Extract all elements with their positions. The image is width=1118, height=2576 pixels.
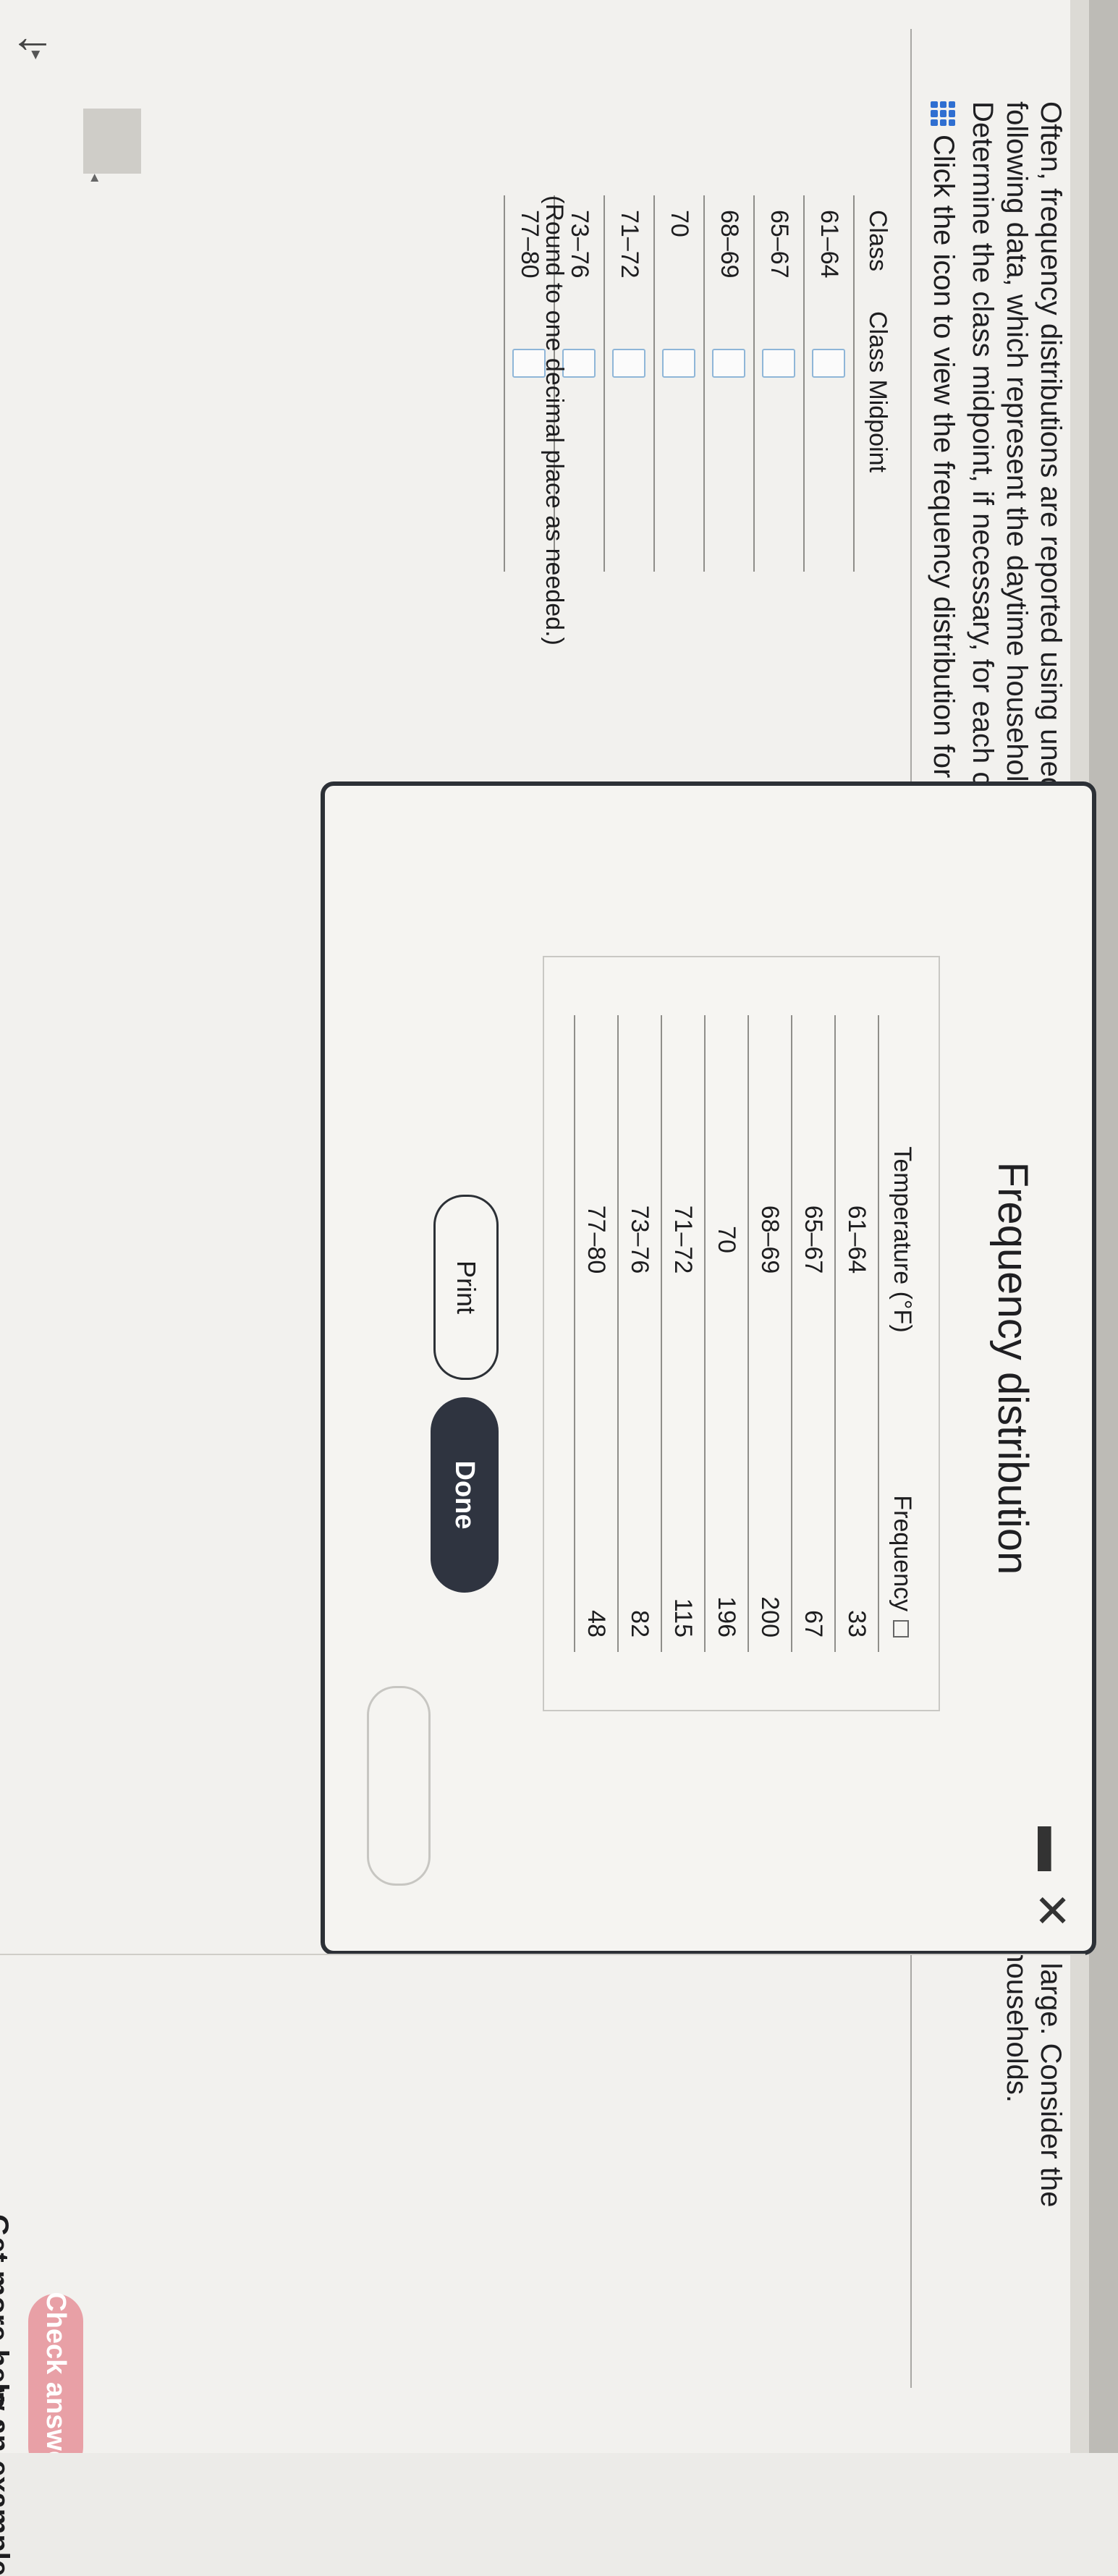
freq-cell: 82 (626, 1610, 654, 1637)
copy-icon[interactable] (893, 1620, 910, 1637)
table-row: 65–67 (753, 195, 803, 572)
round-note: (Round to one decimal place as needed.) (541, 195, 568, 645)
collapse-triangle-icon[interactable]: ▸ (26, 51, 47, 59)
frequency-table: Temperature (°F) Frequency 61–64 33 65–67… (574, 1015, 926, 1652)
class-table-rotated (329, 166, 684, 485)
class-cell: 61–64 (816, 210, 843, 279)
scroll-triangle-icon[interactable]: ◂ (86, 174, 105, 182)
frequency-header: Frequency (889, 1495, 917, 1611)
midpoint-input[interactable] (762, 349, 796, 378)
frequency-table-header: Temperature (°F) Frequency (878, 1015, 926, 1652)
midpoint-input[interactable] (712, 349, 746, 378)
table-row: 70 196 (704, 1015, 748, 1652)
class-cell: 68–69 (716, 210, 743, 279)
table-row: 61–64 (803, 195, 853, 572)
midpoint-cell (812, 311, 846, 528)
temp-cell: 65–67 (800, 1205, 828, 1274)
temp-cell: 61–64 (843, 1205, 871, 1274)
temp-cell: 68–69 (756, 1205, 784, 1274)
midpoint-input[interactable] (812, 349, 846, 378)
freq-cell: 200 (756, 1596, 784, 1637)
table-grid-icon[interactable] (931, 101, 956, 126)
temp-cell: 71–72 (669, 1205, 698, 1274)
midpoint-table-header: Class Class Midpoint (853, 195, 901, 572)
temp-cell: 77–80 (583, 1205, 611, 1274)
freq-cell: 196 (713, 1596, 741, 1637)
temp-cell: 73–76 (626, 1205, 654, 1274)
get-more-help-link[interactable]: Get more help ▴ (0, 2214, 14, 2431)
table-row: 61–64 33 (834, 1015, 878, 1652)
panel-divider (0, 1954, 1085, 1955)
freq-cell: 115 (669, 1598, 698, 1637)
midpoint-cell (712, 311, 746, 528)
screen: ← ▸ Often, frequency distributions are r… (0, 0, 1118, 2453)
table-row: 73–76 82 (617, 1015, 661, 1652)
table-row: 68–69 200 (748, 1015, 791, 1652)
frequency-header-cell: Frequency (889, 1464, 917, 1652)
temp-cell: 70 (713, 1226, 741, 1253)
midpoint-cell (762, 311, 796, 528)
print-button[interactable]: Print (433, 1195, 499, 1380)
table-row: 68–69 (703, 195, 753, 572)
class-cell: 65–67 (766, 210, 793, 279)
table-row: 77–80 48 (574, 1015, 617, 1652)
side-gray-block (83, 109, 141, 174)
check-answer-button[interactable]: Check answer (28, 2292, 83, 2453)
freq-cell: 33 (843, 1610, 871, 1637)
dialog-title: Frequency distribution (989, 1161, 1036, 1575)
freq-cell: 48 (583, 1610, 611, 1637)
midpoint-header: Class Midpoint (864, 311, 892, 473)
done-button[interactable]: Done (431, 1397, 499, 1593)
frequency-dialog: ▬ ✕ Frequency distribution Temperature (… (321, 781, 1096, 1955)
temperature-header: Temperature (°F) (889, 1146, 917, 1333)
freq-cell: 67 (800, 1610, 828, 1637)
class-header: Class (864, 210, 892, 272)
table-row: 65–67 67 (791, 1015, 834, 1652)
background-oval (367, 1686, 431, 1886)
table-row: 71–72 115 (661, 1015, 704, 1652)
frequency-table-frame: Temperature (°F) Frequency 61–64 33 65–67… (543, 956, 940, 1711)
